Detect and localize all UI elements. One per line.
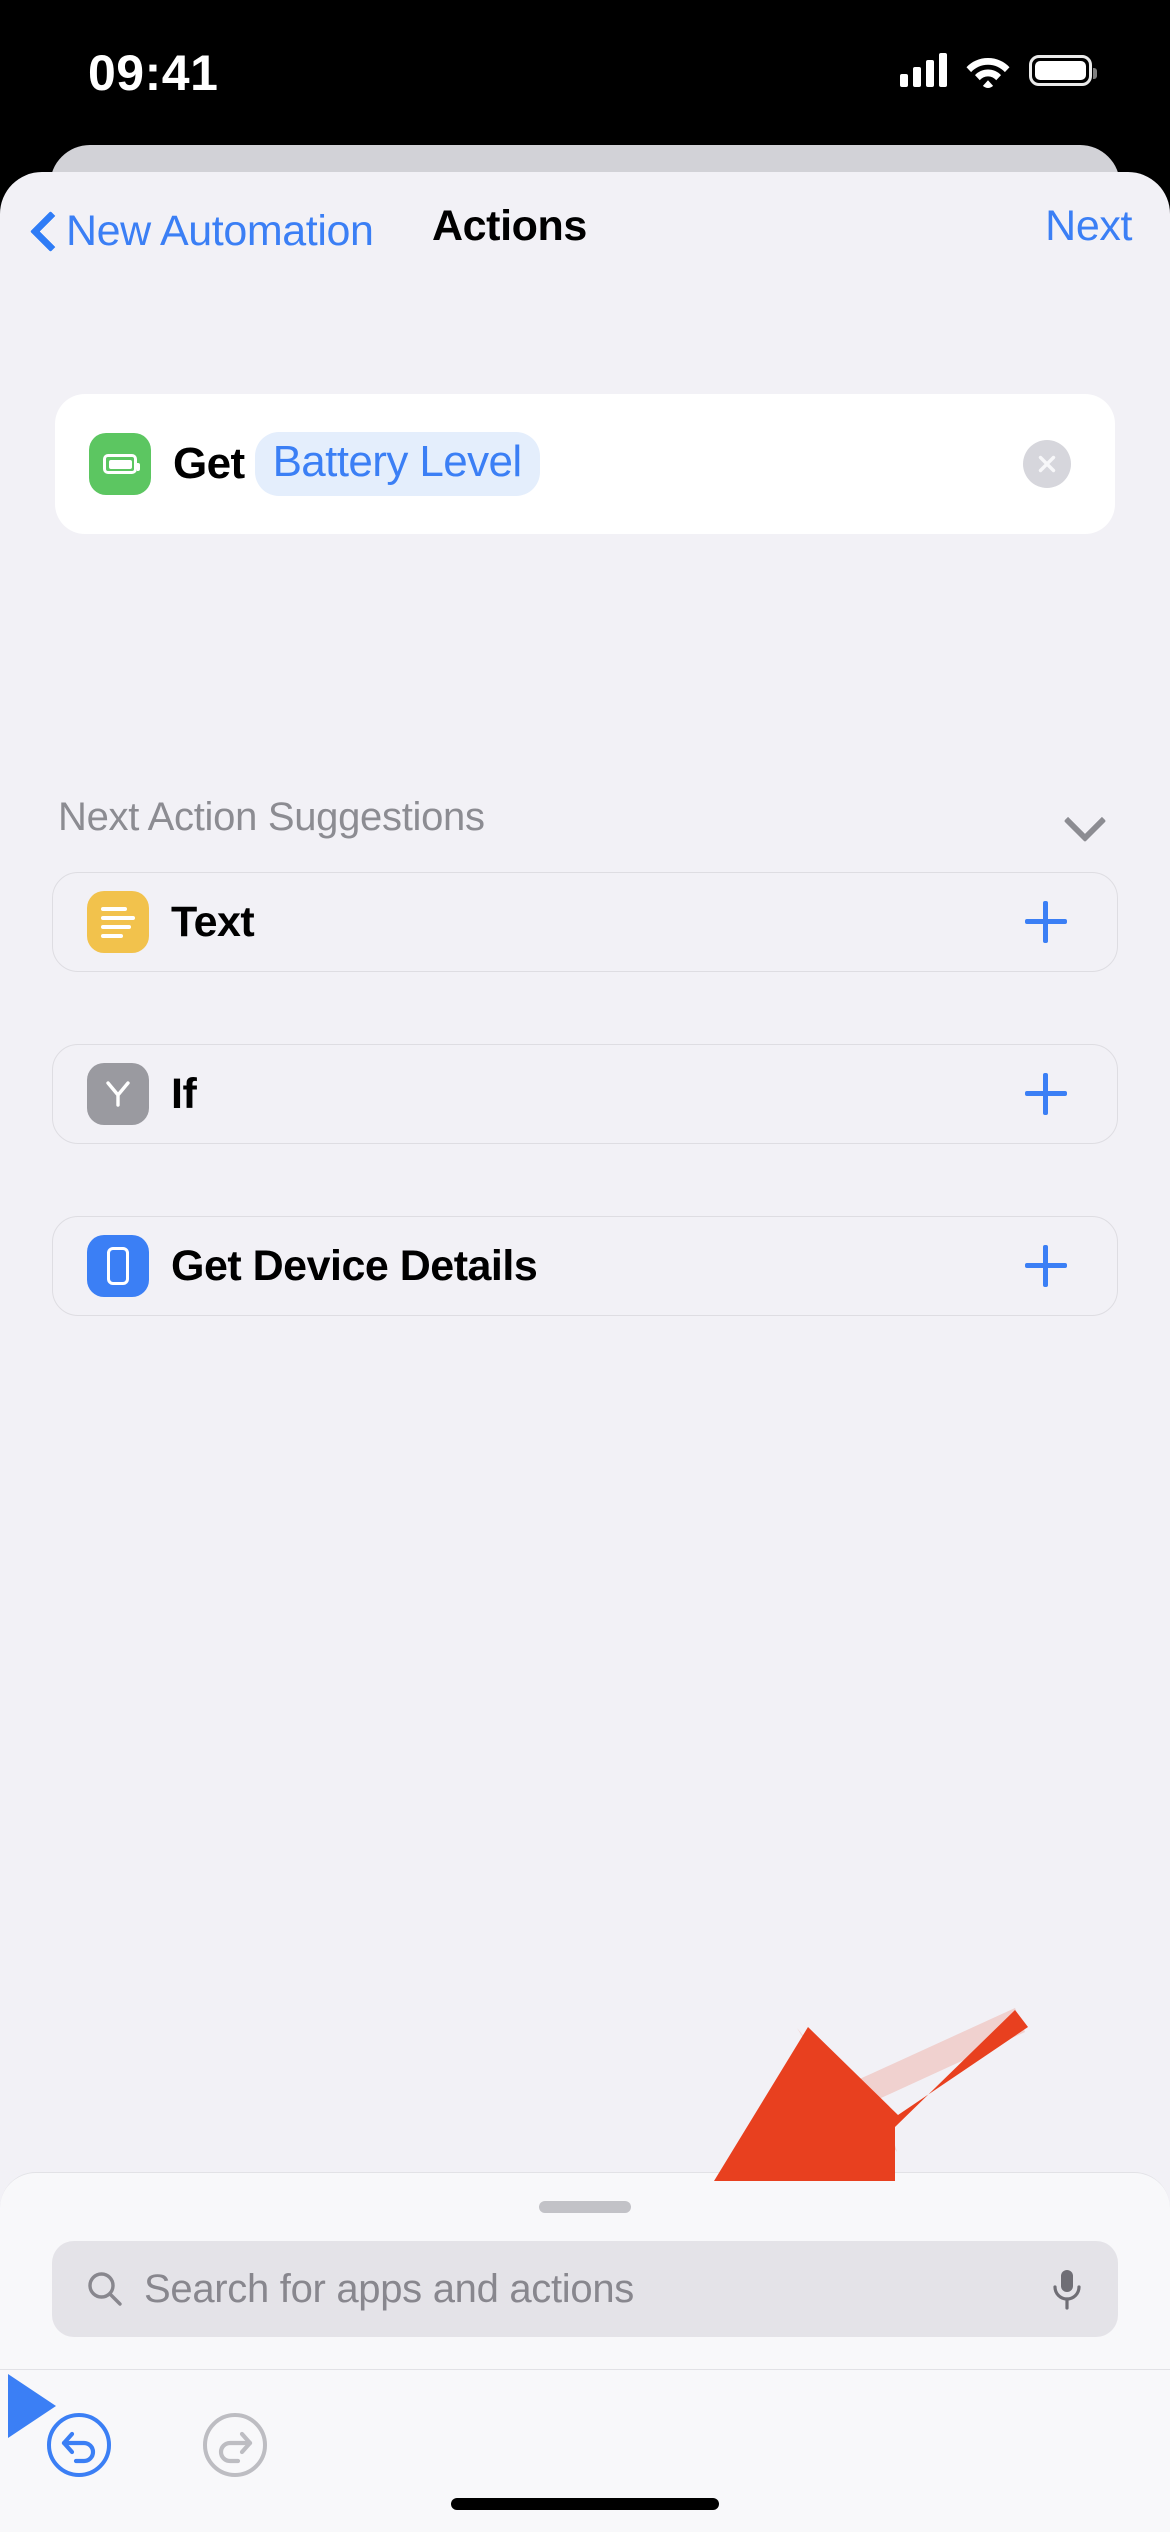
redo-icon[interactable] <box>198 2408 272 2482</box>
page-title: Actions <box>432 202 587 250</box>
status-bar-indicators <box>900 44 1097 96</box>
search-sheet: Search for apps and actions <box>0 2172 1170 2532</box>
branch-glyph <box>106 1081 130 1107</box>
sheet-grabber-handle[interactable] <box>539 2201 631 2213</box>
plus-icon[interactable] <box>1025 1073 1067 1115</box>
suggestion-label: If <box>171 1069 197 1118</box>
next-action-suggestions-header[interactable]: Next Action Suggestions <box>58 782 1112 852</box>
actions-sheet: New Automation Actions Next Get Battery … <box>0 172 1170 2532</box>
undo-icon[interactable] <box>42 2408 116 2482</box>
battery-icon <box>89 433 151 495</box>
search-placeholder: Search for apps and actions <box>144 2266 634 2311</box>
plus-icon[interactable] <box>1025 901 1067 943</box>
suggestion-row-text[interactable]: Text <box>52 872 1118 972</box>
microphone-icon[interactable] <box>1050 2267 1084 2311</box>
text-lines-icon <box>87 891 149 953</box>
search-icon <box>88 2272 122 2306</box>
branch-icon <box>87 1063 149 1125</box>
back-button[interactable]: New Automation <box>32 200 374 262</box>
suggestion-row-get-device-details[interactable]: Get Device Details <box>52 1216 1118 1316</box>
phone-icon <box>87 1235 149 1297</box>
action-card-get-battery-level[interactable]: Get Battery Level <box>55 394 1115 534</box>
status-bar: 09:41 <box>0 0 1170 145</box>
search-input[interactable]: Search for apps and actions <box>52 2241 1118 2337</box>
suggestion-label: Get Device Details <box>171 1241 538 1290</box>
next-button[interactable]: Next <box>1045 202 1132 251</box>
cellular-signal-icon <box>900 53 947 87</box>
battery-full-icon <box>1029 54 1097 86</box>
plus-icon[interactable] <box>1025 1245 1067 1287</box>
chevron-down-icon[interactable] <box>1066 806 1102 828</box>
action-variable-pill[interactable]: Battery Level <box>254 432 540 496</box>
suggestions-title: Next Action Suggestions <box>58 794 485 839</box>
wifi-icon <box>966 58 1010 88</box>
suggestion-label: Text <box>171 897 255 946</box>
suggestion-row-if[interactable]: If <box>52 1044 1118 1144</box>
navigation-bar: New Automation Actions Next <box>0 172 1170 292</box>
status-bar-time: 09:41 <box>88 45 219 101</box>
back-button-label: New Automation <box>66 206 374 255</box>
close-circle-icon[interactable] <box>1023 440 1071 488</box>
chevron-left-icon <box>32 213 54 249</box>
action-verb: Get <box>173 439 245 488</box>
home-indicator <box>451 2498 719 2510</box>
